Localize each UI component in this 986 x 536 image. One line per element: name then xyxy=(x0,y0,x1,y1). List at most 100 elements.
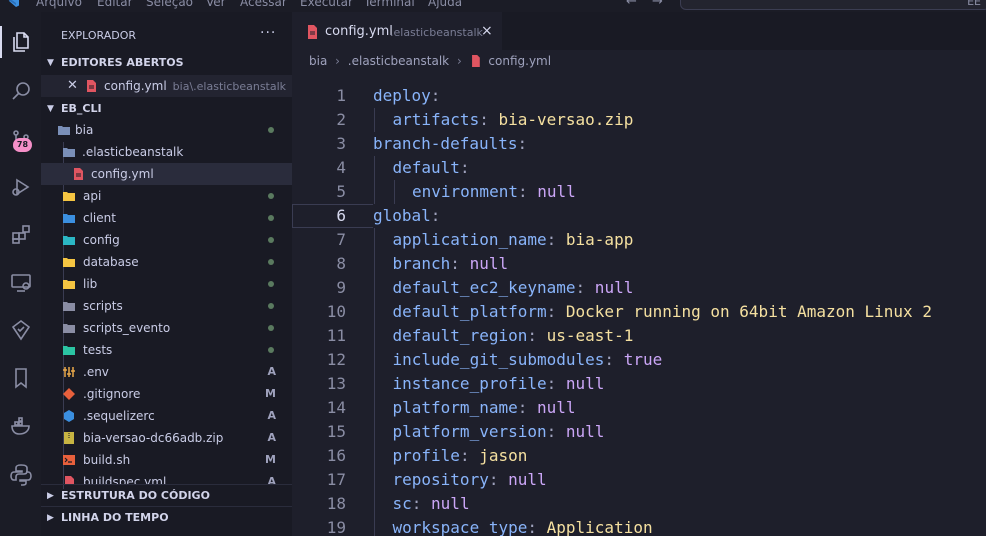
code-line[interactable]: 16 profile: jason xyxy=(292,444,986,468)
code-line[interactable]: 11 default_region: us-east-1 xyxy=(292,324,986,348)
tree-folder-lib[interactable]: lib xyxy=(41,273,292,295)
indent-guide xyxy=(374,516,375,536)
extensions-icon[interactable] xyxy=(0,215,41,255)
code-line[interactable]: 2 artifacts: bia-versao.zip xyxy=(292,108,986,132)
folder-lib-icon xyxy=(63,280,75,289)
yaml-value: null xyxy=(556,374,605,393)
line-number: 1 xyxy=(336,86,346,105)
code-line[interactable]: 6 global: xyxy=(292,204,986,228)
code-text: default_ec2_keyname: null xyxy=(393,276,634,300)
tree-file-config-yml[interactable]: config.yml xyxy=(41,163,292,185)
tree-folder-bia[interactable]: bia xyxy=(41,119,292,141)
close-tab-icon[interactable]: × xyxy=(481,23,493,39)
yaml-value: null xyxy=(585,278,634,297)
tree-label: api xyxy=(83,189,102,203)
folder-open-icon xyxy=(63,148,75,157)
python-icon[interactable] xyxy=(0,454,41,494)
run-debug-icon[interactable] xyxy=(0,167,41,207)
tab-config-yml[interactable]: config.yml .elasticbeanstalk × xyxy=(292,12,502,50)
code-text: artifacts: bia-versao.zip xyxy=(393,108,634,132)
menu-executar[interactable]: Executar xyxy=(300,0,353,9)
code-line[interactable]: 12 include_git_submodules: true xyxy=(292,348,986,372)
code-text: branch-defaults: xyxy=(373,132,527,156)
timeline-header[interactable]: ▶ LINHA DO TEMPO xyxy=(41,506,292,528)
git-status: M xyxy=(265,387,276,400)
forward-arrow-icon[interactable]: → xyxy=(652,0,663,9)
code-line[interactable]: 17 repository: null xyxy=(292,468,986,492)
explorer-icon[interactable] xyxy=(0,22,41,62)
code-line[interactable]: 8 branch: null xyxy=(292,252,986,276)
menu-editar[interactable]: Editar xyxy=(97,0,133,9)
yaml-key: platform_name xyxy=(392,398,518,417)
menu-arquivo[interactable]: Arquivo xyxy=(36,0,82,9)
yaml-file-icon xyxy=(471,55,480,67)
code-line[interactable]: 19 workspace_type: Application xyxy=(292,516,986,536)
tree-folder-api[interactable]: api xyxy=(41,185,292,207)
more-actions-icon[interactable]: ··· xyxy=(260,25,276,41)
yaml-key: default_ec2_keyname xyxy=(392,278,576,297)
breadcrumb-item[interactable]: .elasticbeanstalk xyxy=(348,54,449,68)
bookmark-icon[interactable] xyxy=(0,358,41,398)
open-editor-item[interactable]: ✕ config.yml bia\.elasticbeanstalk xyxy=(41,75,292,97)
remote-explorer-icon[interactable] xyxy=(0,263,41,303)
yaml-value: us-east-1 xyxy=(537,326,634,345)
search-icon[interactable] xyxy=(0,71,41,111)
chevron-right-icon: › xyxy=(456,54,462,68)
outline-header[interactable]: ▶ ESTRUTURA DO CÓDIGO xyxy=(41,484,292,506)
folder-api-icon xyxy=(63,192,75,201)
code-line[interactable]: 1 deploy: xyxy=(292,84,986,108)
indent-guide xyxy=(374,252,375,276)
chevron-right-icon: ▶ xyxy=(47,513,54,523)
tree-file-gitignore[interactable]: .gitignore M xyxy=(41,383,292,405)
back-arrow-icon[interactable]: ← xyxy=(626,0,637,9)
tree-file-env[interactable]: .env A xyxy=(41,361,292,383)
tree-file-buildspec[interactable]: buildspec.yml A xyxy=(41,471,292,485)
indent-guide xyxy=(374,396,375,420)
code-line[interactable]: 5 environment: null xyxy=(292,180,986,204)
menu-terminal[interactable]: Terminal xyxy=(364,0,415,9)
sequelize-file-icon xyxy=(64,410,74,422)
code-line[interactable]: 3 branch-defaults: xyxy=(292,132,986,156)
open-editors-header[interactable]: ▼ EDITORES ABERTOS xyxy=(41,52,292,74)
tree-file-sequelizerc[interactable]: .sequelizerc A xyxy=(41,405,292,427)
code-line[interactable]: 15 platform_version: null xyxy=(292,420,986,444)
tree-folder-client[interactable]: client xyxy=(41,207,292,229)
close-editor-icon[interactable]: ✕ xyxy=(67,75,78,97)
code-line[interactable]: 7 application_name: bia-app xyxy=(292,228,986,252)
tree-label: buildspec.yml xyxy=(83,475,167,485)
yaml-colon: : xyxy=(546,230,557,249)
tree-file-build-sh[interactable]: build.sh M xyxy=(41,449,292,471)
yaml-colon: : xyxy=(546,422,557,441)
tree-folder-tests[interactable]: tests xyxy=(41,339,292,361)
code-line[interactable]: 9 default_ec2_keyname: null xyxy=(292,276,986,300)
menu-ajuda[interactable]: Ajuda xyxy=(428,0,462,9)
code-line[interactable]: 4 default: xyxy=(292,156,986,180)
code-line[interactable]: 18 sc: null xyxy=(292,492,986,516)
tree-folder-config[interactable]: config xyxy=(41,229,292,251)
code-line[interactable]: 10 default_platform: Docker running on 64… xyxy=(292,300,986,324)
workspace-header[interactable]: ▼ EB_CLI xyxy=(41,98,292,120)
yaml-key: deploy xyxy=(373,86,431,105)
tree-label: database xyxy=(83,255,139,269)
tree-folder-database[interactable]: database xyxy=(41,251,292,273)
status-dot xyxy=(268,281,274,287)
menu-ver[interactable]: Ver xyxy=(206,0,226,9)
yaml-colon: : xyxy=(527,326,537,345)
zip-file-icon xyxy=(64,432,74,444)
docker-icon[interactable] xyxy=(0,406,41,446)
line-number: 16 xyxy=(326,446,346,465)
code-line[interactable]: 13 instance_profile: null xyxy=(292,372,986,396)
tree-folder-elasticbeanstalk[interactable]: .elasticbeanstalk xyxy=(41,141,292,163)
code-line[interactable]: 14 platform_name: null xyxy=(292,396,986,420)
git-status: A xyxy=(267,365,276,378)
tree-folder-scripts[interactable]: scripts xyxy=(41,295,292,317)
testing-icon[interactable] xyxy=(0,310,41,350)
explorer-sidebar: EXPLORADOR ··· ▼ EDITORES ABERTOS ✕ conf… xyxy=(41,12,292,536)
breadcrumb-item[interactable]: config.yml xyxy=(488,54,551,68)
tree-folder-scripts-evento[interactable]: scripts_evento xyxy=(41,317,292,339)
menu-acessar[interactable]: Acessar xyxy=(240,0,287,9)
breadcrumb-item[interactable]: bia xyxy=(309,54,327,68)
command-center-search[interactable]: EE xyxy=(680,0,986,10)
tree-file-zip[interactable]: bia-versao-dc66adb.zip A xyxy=(41,427,292,449)
menu-selecao[interactable]: Seleção xyxy=(146,0,193,9)
